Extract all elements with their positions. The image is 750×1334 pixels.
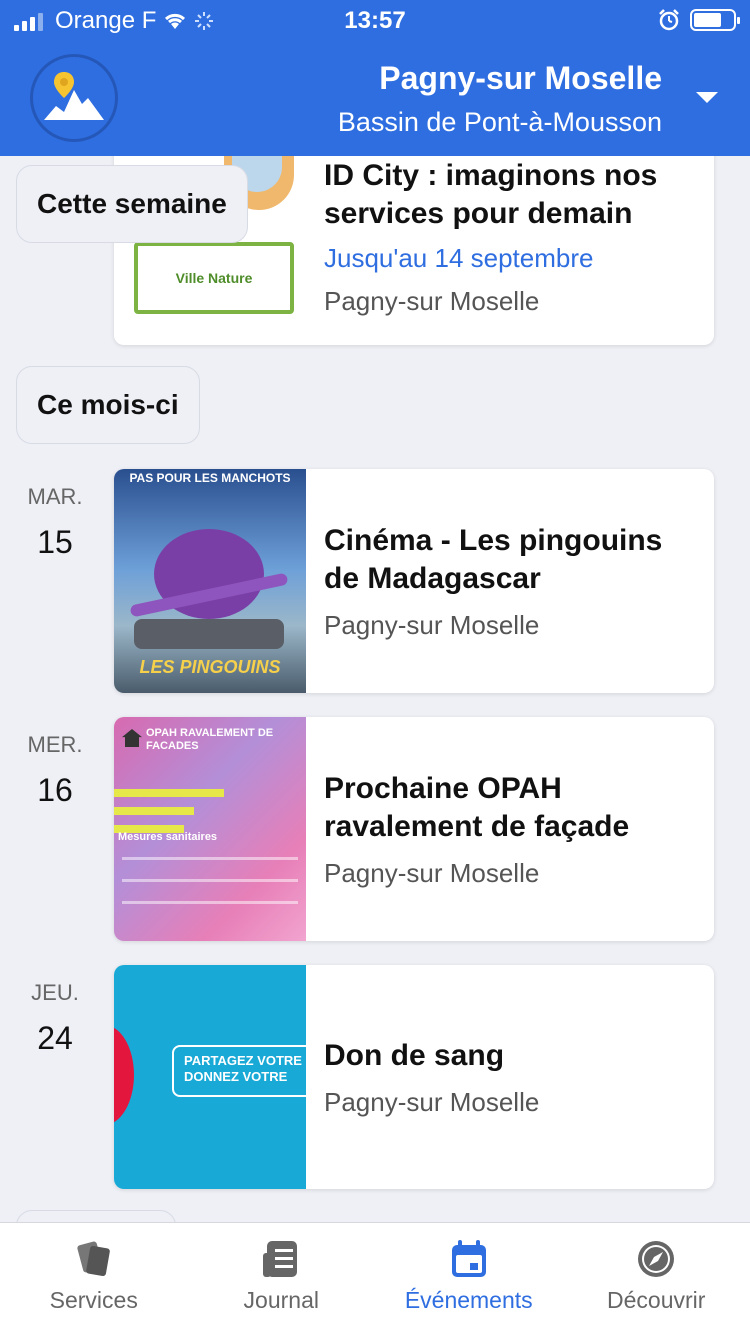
event-thumbnail: PAS POUR LES MANCHOTS LES PINGOUINS — [114, 469, 306, 693]
app-logo[interactable] — [30, 54, 118, 142]
day-number: 16 — [37, 772, 73, 808]
event-title: Cinéma - Les pingouins de Madagascar — [324, 523, 663, 595]
event-date-badge: MAR. 15 — [0, 484, 110, 561]
newspaper-icon — [263, 1241, 298, 1277]
section-this-week: Cette semaine — [16, 165, 248, 243]
event-info: Prochaine OPAH ravalement de façade Pagn… — [324, 717, 698, 941]
day-of-week: JEU. — [31, 980, 79, 1005]
event-thumbnail: OPAH RAVALEMENT DE FACADES Mesures sanit… — [114, 717, 306, 941]
tab-label: Événements — [404, 1287, 533, 1313]
tab-label: Services — [49, 1287, 138, 1313]
tab-bar: Services Journal Événements Découvrir — [0, 1222, 750, 1334]
poster-subheading: Mesures sanitaires — [118, 831, 218, 843]
tab-decouvrir[interactable]: Découvrir — [563, 1223, 750, 1334]
poster-line-1: PARTAGEZ VOTRE — [184, 1053, 302, 1068]
tab-services[interactable]: Services — [0, 1223, 188, 1334]
event-info: Cinéma - Les pingouins de Madagascar Pag… — [324, 469, 698, 693]
day-number: 15 — [37, 524, 73, 560]
app-header: Orange F 13:57 Pagny-sur Moselle Bassin … — [0, 0, 750, 156]
poster-bubble: PARTAGEZ VOTRE DONNEZ VOTRE — [172, 1045, 306, 1097]
cards-icon — [77, 1241, 110, 1277]
event-card[interactable]: PAS POUR LES MANCHOTS LES PINGOUINS Ciné… — [114, 469, 714, 693]
event-location: Pagny-sur Moselle — [324, 286, 540, 316]
event-location: Pagny-sur Moselle — [324, 1086, 540, 1117]
tab-evenements[interactable]: Événements — [375, 1223, 563, 1334]
alarm-icon — [659, 9, 679, 31]
tab-label: Journal — [243, 1287, 319, 1313]
city-name: Pagny-sur Moselle — [379, 60, 662, 96]
compass-icon — [638, 1241, 675, 1277]
event-date: Jusqu'au 14 septembre — [324, 243, 594, 273]
event-thumbnail: PARTAGEZ VOTRE DONNEZ VOTRE — [114, 965, 306, 1189]
event-location: Pagny-sur Moselle — [324, 857, 540, 888]
poster-heading: OPAH RAVALEMENT DE FACADES — [146, 727, 274, 752]
city-selector[interactable]: Pagny-sur Moselle Bassin de Pont-à-Mouss… — [338, 60, 662, 138]
poster-tagline: PAS POUR LES MANCHOTS — [129, 471, 291, 485]
house-icon — [122, 729, 142, 747]
day-number: 24 — [37, 1020, 73, 1056]
status-bar: Orange F 13:57 — [0, 0, 750, 42]
mountain-pin-icon — [44, 72, 104, 120]
clock: 13:57 — [344, 7, 406, 34]
ville-nature-badge: Ville Nature — [134, 242, 294, 314]
day-of-week: MER. — [27, 732, 83, 757]
chevron-down-icon[interactable] — [696, 92, 718, 103]
section-this-month: Ce mois-ci — [16, 366, 200, 444]
event-title: Don de sang — [324, 1038, 505, 1072]
event-date-badge: MER. 16 — [0, 732, 110, 809]
event-info: Don de sang Pagny-sur Moselle — [324, 965, 698, 1189]
event-date-badge: JEU. 24 — [0, 980, 110, 1057]
poster-title: LES PINGOUINS — [139, 657, 281, 677]
event-location: Pagny-sur Moselle — [324, 609, 540, 640]
day-of-week: MAR. — [27, 484, 83, 509]
battery-icon — [690, 9, 740, 31]
poster-line-2: DONNEZ VOTRE — [184, 1069, 288, 1084]
event-card[interactable]: OPAH RAVALEMENT DE FACADES Mesures sanit… — [114, 717, 714, 941]
tab-journal[interactable]: Journal — [188, 1223, 376, 1334]
calendar-icon — [451, 1240, 486, 1277]
event-title: Prochaine OPAH ravalement de façade — [324, 771, 630, 843]
region-name: Bassin de Pont-à-Mousson — [337, 107, 662, 137]
status-right — [658, 9, 740, 31]
event-title: ID City : imaginons nos services pour de… — [324, 159, 658, 230]
event-card[interactable]: PARTAGEZ VOTRE DONNEZ VOTRE Don de sang … — [114, 965, 714, 1189]
tab-label: Découvrir — [607, 1287, 706, 1313]
